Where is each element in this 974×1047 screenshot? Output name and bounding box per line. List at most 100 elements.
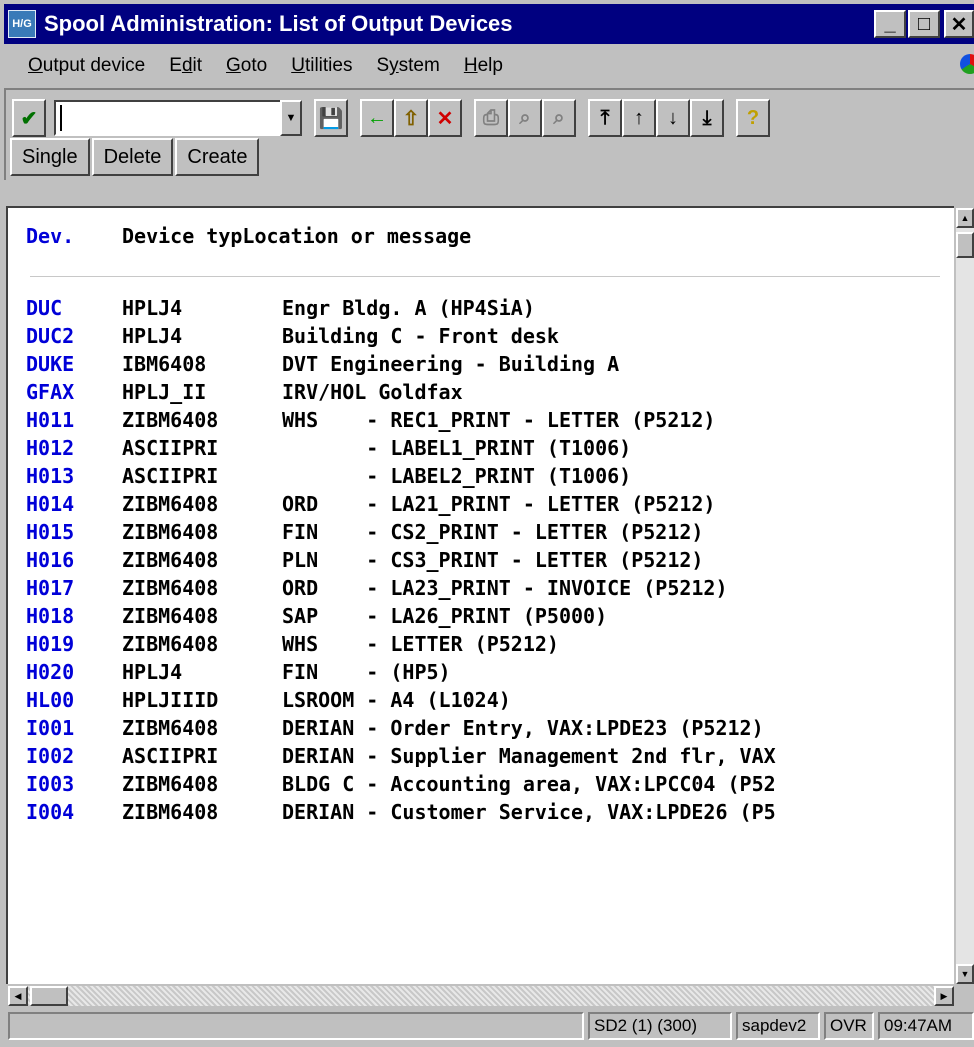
menu-goto[interactable]: Goto (214, 55, 279, 77)
scroll-down-button[interactable]: ▼ (956, 964, 974, 984)
table-row[interactable]: HL00 HPLJIIID LSROOM - A4 (L1024) (26, 688, 776, 716)
exit-button[interactable]: ⇧ (394, 99, 428, 137)
table-row[interactable]: H012 ASCIIPRI - LABEL1_PRINT (T1006) (26, 436, 776, 464)
back-button[interactable]: ← (360, 99, 394, 137)
device-name[interactable]: H011 (26, 408, 122, 436)
device-location: DERIAN - Order Entry, VAX:LPDE23 (P5212) (282, 716, 764, 740)
scroll-up-button[interactable]: ▲ (956, 208, 974, 228)
next-page-button[interactable]: ↓ (656, 99, 690, 137)
device-location: FIN - CS2_PRINT - LETTER (P5212) (282, 520, 704, 544)
maximize-button[interactable]: □ (908, 10, 940, 38)
device-type: ZIBM6408 (122, 408, 219, 432)
table-row[interactable]: H016 ZIBM6408 PLN - CS3_PRINT - LETTER (P5… (26, 548, 776, 576)
device-name[interactable]: H015 (26, 520, 122, 548)
window-title: Spool Administration: List of Output Dev… (44, 11, 513, 36)
device-name[interactable]: H013 (26, 464, 122, 492)
device-name[interactable]: HL00 (26, 688, 122, 716)
table-row[interactable]: H014 ZIBM6408 ORD - LA21_PRINT - LETTER (P… (26, 492, 776, 520)
device-name[interactable]: H014 (26, 492, 122, 520)
help-button[interactable]: ? (736, 99, 770, 137)
single-button[interactable]: Single (10, 138, 90, 176)
device-name[interactable]: DUKE (26, 352, 122, 380)
device-name[interactable]: H017 (26, 576, 122, 604)
device-type: ZIBM6408 (122, 632, 219, 656)
device-type: HPLJIIID (122, 688, 219, 712)
menu-utilities[interactable]: Utilities (279, 55, 364, 77)
device-name[interactable]: I002 (26, 744, 122, 772)
table-row[interactable]: H019 ZIBM6408 WHS - LETTER (P5212) (26, 632, 776, 660)
table-row[interactable]: DUKE IBM6408 DVT Engineering - Building A (26, 352, 776, 380)
vertical-scrollbar[interactable]: ▲ ▼ (956, 208, 974, 984)
table-row[interactable]: DUC HPLJ4 Engr Bldg. A (HP4SiA) (26, 296, 776, 324)
delete-button[interactable]: Delete (91, 138, 174, 176)
enter-check-icon: ✔ (20, 107, 38, 130)
device-type: ZIBM6408 (122, 800, 219, 824)
table-row[interactable]: GFAX HPLJ_II IRV/HOL Goldfax (26, 380, 776, 408)
table-row[interactable]: I004 ZIBM6408 DERIAN - Customer Service, V… (26, 800, 776, 828)
table-row[interactable]: I003 ZIBM6408 BLDG C - Accounting area, VA… (26, 772, 776, 800)
device-name[interactable]: DUC (26, 296, 122, 324)
find-next-icon: ⌕ (553, 106, 565, 129)
sap-app-icon[interactable]: H/G (8, 10, 36, 38)
device-name[interactable]: I003 (26, 772, 122, 800)
table-row[interactable]: H013 ASCIIPRI - LABEL2_PRINT (T1006) (26, 464, 776, 492)
device-name[interactable]: I004 (26, 800, 122, 828)
table-row[interactable]: H018 ZIBM6408 SAP - LA26_PRINT (P5000) (26, 604, 776, 632)
command-field[interactable] (54, 100, 282, 136)
device-name[interactable]: H020 (26, 660, 122, 688)
device-location: ORD - LA21_PRINT - LETTER (P5212) (282, 492, 716, 516)
table-row[interactable]: I002 ASCIIPRI DERIAN - Supplier Management… (26, 744, 776, 772)
device-location: DVT Engineering - Building A (282, 352, 620, 376)
find-next-button[interactable]: ⌕ (542, 99, 576, 137)
menu-system[interactable]: System (364, 55, 451, 77)
table-row[interactable]: H017 ZIBM6408 ORD - LA23_PRINT - INVOICE (… (26, 576, 776, 604)
chevron-down-icon: ▼ (285, 112, 297, 124)
last-page-button[interactable]: ⤓ (690, 99, 724, 137)
device-name[interactable]: H018 (26, 604, 122, 632)
horizontal-scroll-thumb[interactable] (30, 986, 68, 1006)
find-button[interactable]: ⌕ (508, 99, 542, 137)
device-type: ZIBM6408 (122, 604, 219, 628)
customize-colors-icon[interactable] (960, 54, 974, 74)
first-page-button[interactable]: ⤒ (588, 99, 622, 137)
minimize-button[interactable]: _ (874, 10, 906, 38)
title-bar[interactable]: H/G Spool Administration: List of Output… (4, 4, 974, 44)
create-button[interactable]: Create (175, 138, 260, 176)
device-name[interactable]: DUC2 (26, 324, 122, 352)
status-mode[interactable]: OVR (824, 1012, 874, 1040)
scroll-left-button[interactable]: ◀ (8, 986, 28, 1006)
horizontal-scrollbar[interactable]: ◀ ▶ (8, 986, 954, 1006)
device-location: DERIAN - Supplier Management 2nd flr, VA… (282, 744, 776, 768)
vertical-scroll-thumb[interactable] (956, 232, 974, 258)
arrow-down-icon: ▼ (960, 969, 970, 979)
save-button[interactable]: 💾 (314, 99, 348, 137)
previous-page-button[interactable]: ↑ (622, 99, 656, 137)
toolbar: ✔ ▼ 💾 ← ⇧ ✕ ⎙ ⌕ ⌕ ⤒ ↑ ↓ ⤓ ? Single Delet… (4, 88, 974, 180)
menu-output-device[interactable]: Output device (4, 55, 157, 77)
table-row[interactable]: H015 ZIBM6408 FIN - CS2_PRINT - LETTER (P5… (26, 520, 776, 548)
device-name[interactable]: H016 (26, 548, 122, 576)
menu-edit[interactable]: Edit (157, 55, 214, 77)
device-name[interactable]: GFAX (26, 380, 122, 408)
print-button[interactable]: ⎙ (474, 99, 508, 137)
table-row[interactable]: H020 HPLJ4 FIN - (HP5) (26, 660, 776, 688)
enter-button[interactable]: ✔ (12, 99, 46, 137)
device-name[interactable]: I001 (26, 716, 122, 744)
sap-window: H/G Spool Administration: List of Output… (0, 0, 974, 1047)
close-button[interactable]: ✕ (944, 10, 974, 38)
save-icon: 💾 (318, 107, 344, 130)
previous-page-icon: ↑ (634, 106, 644, 129)
device-type: ASCIIPRI (122, 436, 219, 460)
menu-help[interactable]: Help (452, 55, 515, 77)
scroll-right-button[interactable]: ▶ (934, 986, 954, 1006)
device-type: IBM6408 (122, 352, 207, 376)
command-dropdown-button[interactable]: ▼ (280, 100, 302, 136)
status-system[interactable]: SD2 (1) (300) (588, 1012, 732, 1040)
device-name[interactable]: H019 (26, 632, 122, 660)
device-name[interactable]: H012 (26, 436, 122, 464)
cancel-button[interactable]: ✕ (428, 99, 462, 137)
status-server[interactable]: sapdev2 (736, 1012, 820, 1040)
table-row[interactable]: I001 ZIBM6408 DERIAN - Order Entry, VAX:LP… (26, 716, 776, 744)
table-row[interactable]: DUC2 HPLJ4 Building C - Front desk (26, 324, 776, 352)
table-row[interactable]: H011 ZIBM6408 WHS - REC1_PRINT - LETTER (P… (26, 408, 776, 436)
